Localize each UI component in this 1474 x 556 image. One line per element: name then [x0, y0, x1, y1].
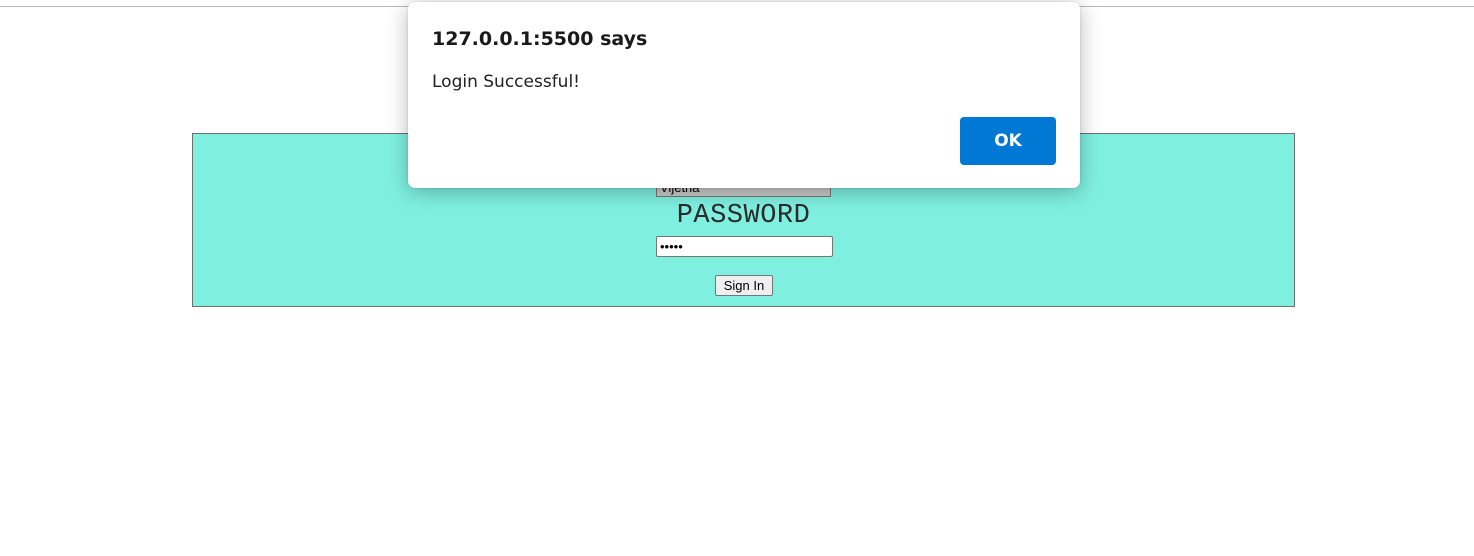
password-label: PASSWORD — [676, 201, 811, 231]
sign-in-button[interactable]: Sign In — [715, 275, 773, 296]
page: PASSWORD Sign In 127.0.0.1:5500 says Log… — [0, 0, 1474, 556]
alert-message: Login Successful! — [432, 72, 580, 92]
ok-button[interactable]: OK — [960, 117, 1056, 165]
alert-dialog: 127.0.0.1:5500 says Login Successful! OK — [408, 2, 1080, 188]
alert-title: 127.0.0.1:5500 says — [432, 28, 648, 50]
password-input[interactable] — [656, 236, 833, 257]
